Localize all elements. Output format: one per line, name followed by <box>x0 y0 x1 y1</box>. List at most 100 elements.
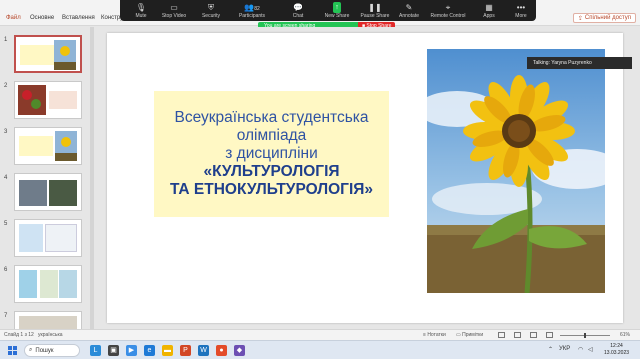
slide-thumbnail-7[interactable] <box>14 311 82 329</box>
chrome-icon[interactable]: ● <box>216 345 227 356</box>
thumb-document-2 <box>40 270 58 298</box>
apps-icon: ▦ <box>485 3 493 12</box>
participants-icon: 👥82 <box>244 3 260 12</box>
thumb-number: 2 <box>4 83 8 89</box>
thumb-number: 4 <box>4 175 8 181</box>
comments-button[interactable]: ▭ Примітки <box>456 332 483 338</box>
volume-icon[interactable]: ◁ <box>588 346 593 353</box>
title-line-2: олімпіада <box>236 127 307 144</box>
wifi-icon[interactable]: ◠ <box>578 346 583 353</box>
more-icon: ••• <box>516 3 526 12</box>
clock-time: 12:24 <box>610 343 623 349</box>
thumb-text-box <box>49 91 77 109</box>
security-button[interactable]: ⛨ Security <box>196 0 226 21</box>
pause-share-button[interactable]: ❚❚ Pause Share <box>358 0 392 21</box>
apps-button[interactable]: ▦ Apps <box>480 0 498 21</box>
reading-view-icon[interactable] <box>530 332 537 338</box>
share-icon: ⇪ <box>577 15 583 22</box>
status-bar: Слайд 1 з 12 українська ≡ Нотатки ▭ Прим… <box>0 329 640 340</box>
taskbar-search[interactable]: ⌕ Пошук <box>24 344 80 357</box>
normal-view-icon[interactable] <box>498 332 505 338</box>
thumb-image <box>19 316 77 329</box>
slide-thumbnail-3[interactable] <box>14 127 82 165</box>
file-explorer-icon[interactable]: ▬ <box>162 345 173 356</box>
windows-start-icon[interactable] <box>8 346 17 355</box>
tray-expand-icon[interactable]: ⌃ <box>548 346 553 353</box>
zoom-meeting-toolbar: 🎙 Mute ▭ Stop Video ⛨ Security 👥82 Parti… <box>120 0 536 21</box>
share-button[interactable]: ⇪ Спільний доступ <box>572 13 636 23</box>
sunflower-image <box>427 49 605 293</box>
video-icon: ▭ <box>170 3 178 12</box>
slide-thumbnail-4[interactable] <box>14 173 82 211</box>
pause-icon: ❚❚ <box>368 3 382 12</box>
subject-line-1: «КУЛЬТУРОЛОГІЯ <box>203 163 340 180</box>
thumb-number: 7 <box>4 313 8 319</box>
thumb-document-2 <box>45 224 77 252</box>
slide-counter: Слайд 1 з 12 <box>4 332 34 338</box>
new-share-button[interactable]: ↑ New Share <box>320 0 354 21</box>
zoom-percent[interactable]: 61% <box>620 332 630 338</box>
notes-label: Нотатки <box>427 332 446 338</box>
store-icon[interactable]: ◆ <box>234 345 245 356</box>
slide-thumbnail-5[interactable] <box>14 219 82 257</box>
slide-thumbnails-pane: 1 2 3 4 5 6 7 <box>0 27 92 329</box>
mute-button[interactable]: 🎙 Mute <box>126 0 156 21</box>
title-line-1: Всеукраїнська студентська <box>174 109 369 126</box>
slide-thumbnail-2[interactable] <box>14 81 82 119</box>
pen-icon: ✎ <box>405 3 413 12</box>
stop-video-button[interactable]: ▭ Stop Video <box>158 0 190 21</box>
edge-icon[interactable]: e <box>144 345 155 356</box>
powerpoint-icon[interactable]: P <box>180 345 191 356</box>
search-icon: ⌕ <box>29 347 33 353</box>
thumb-number: 1 <box>4 37 8 43</box>
thumb-document-3 <box>59 270 77 298</box>
slideshow-icon[interactable] <box>546 332 553 338</box>
slide-canvas[interactable]: Всеукраїнська студентська олімпіада з ди… <box>107 33 623 323</box>
language-indicator[interactable]: українська <box>38 332 63 338</box>
thumb-number: 3 <box>4 129 8 135</box>
taskbar-clock[interactable]: 12:24 13.03.2023 <box>604 343 629 357</box>
thumb-number: 6 <box>4 267 8 273</box>
thumb-sunflower-image <box>54 40 76 70</box>
thumb-photo-2 <box>49 180 77 206</box>
subject-line-2: ТА ЕТНОКУЛЬТУРОЛОГІЯ» <box>169 181 374 198</box>
talking-indicator: Talking: Yaryna Puzyrenko <box>527 57 632 69</box>
slide-thumbnail-6[interactable] <box>14 265 82 303</box>
slide-sorter-icon[interactable] <box>514 332 521 338</box>
slide-title-box[interactable]: Всеукраїнська студентська олімпіада з ди… <box>154 91 389 217</box>
sunflower-photo[interactable] <box>427 49 605 293</box>
thumbnails-scrollbar[interactable] <box>90 27 94 329</box>
thumb-document-1 <box>19 224 43 252</box>
thumb-image <box>18 85 46 115</box>
thumb-title-box <box>20 45 54 65</box>
shield-icon: ⛨ <box>208 3 214 12</box>
menu-file[interactable]: Файл <box>6 15 21 21</box>
thumb-title-box <box>19 136 53 156</box>
thumb-sunflower-image <box>55 131 77 161</box>
more-button[interactable]: ••• More <box>512 0 530 21</box>
thumb-number: 5 <box>4 221 8 227</box>
annotate-button[interactable]: ✎ Annotate <box>396 0 422 21</box>
participants-button[interactable]: 👥82 Participants <box>234 0 270 21</box>
remote-control-button[interactable]: ⌖ Remote Control <box>428 0 468 21</box>
menu-insert[interactable]: Вставлення <box>62 15 95 21</box>
thumb-photo-1 <box>19 180 47 206</box>
slide-thumbnail-1[interactable] <box>14 35 82 73</box>
notes-button[interactable]: ≡ Нотатки <box>423 332 446 338</box>
share-button-label: Спільний доступ <box>584 15 631 21</box>
chat-button[interactable]: 💬 Chat <box>286 0 310 21</box>
clock-date: 13.03.2023 <box>604 350 630 356</box>
language-indicator-taskbar[interactable]: УКР <box>559 346 570 352</box>
task-view-icon[interactable]: ▣ <box>108 345 119 356</box>
taskbar-app-icon[interactable]: L <box>90 345 101 356</box>
share-up-icon: ↑ <box>333 2 341 13</box>
windows-taskbar: ⌕ Пошук L ▣ ▶ e ▬ P W ● ◆ ⌃ УКР ◠ ◁ 12:2… <box>0 340 640 359</box>
zoom-slider-thumb[interactable] <box>584 333 587 338</box>
mic-icon: 🎙 <box>135 3 147 12</box>
zoom-app-icon[interactable]: ▶ <box>126 345 137 356</box>
chat-icon: 💬 <box>293 3 303 12</box>
word-icon[interactable]: W <box>198 345 209 356</box>
remote-control-icon: ⌖ <box>445 3 451 12</box>
participants-count: 82 <box>254 6 260 12</box>
menu-home[interactable]: Основне <box>30 15 54 21</box>
